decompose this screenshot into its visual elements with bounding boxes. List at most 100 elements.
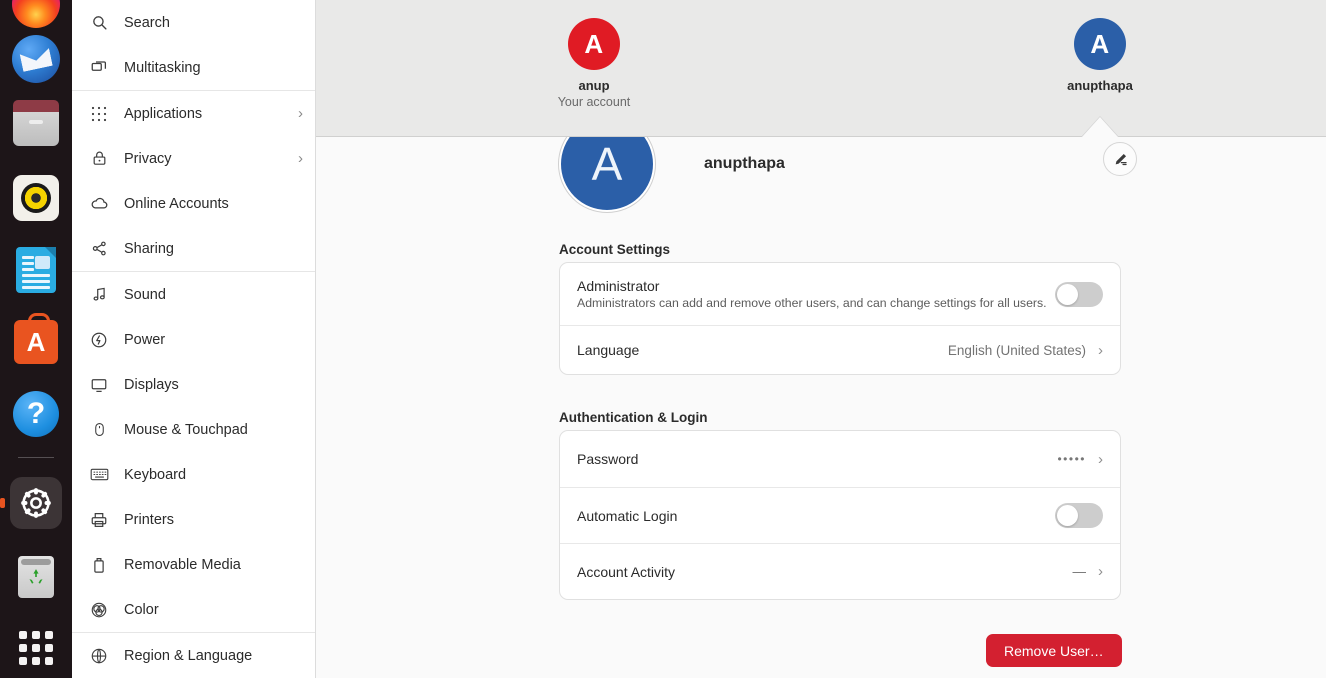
row-subtitle: Administrators can add and remove other … <box>577 296 1047 310</box>
row-title: Language <box>577 342 640 358</box>
display-icon <box>88 374 110 396</box>
music-note-icon <box>88 284 110 306</box>
row-title: Automatic Login <box>577 507 678 524</box>
color-icon <box>88 599 110 621</box>
user-card-anupthapa[interactable]: A anupthapa <box>1015 18 1185 93</box>
sidebar-item-mouse-touchpad[interactable]: Mouse & Touchpad <box>72 407 315 452</box>
ubuntu-software-glyph: A <box>14 313 58 364</box>
keyboard-icon <box>88 464 110 486</box>
sidebar-item-label: Sound <box>124 286 166 303</box>
avatar[interactable]: A <box>559 137 655 212</box>
chevron-right-icon: › <box>298 105 303 122</box>
usb-drive-icon <box>88 554 110 576</box>
remove-user-button[interactable]: Remove User… <box>986 634 1122 667</box>
lock-icon <box>88 148 110 170</box>
sidebar-item-applications[interactable]: Applications › <box>72 91 315 136</box>
administrator-toggle[interactable] <box>1055 281 1103 307</box>
sidebar-item-label: Privacy <box>124 150 172 167</box>
rhythmbox-icon[interactable] <box>12 174 60 222</box>
sidebar-item-color[interactable]: Color <box>72 587 315 632</box>
selection-pointer <box>1082 117 1118 137</box>
user-carousel: A anup Your account A anupthapa <box>316 0 1326 137</box>
printer-icon <box>88 509 110 531</box>
sidebar-item-label: Mouse & Touchpad <box>124 421 248 438</box>
libreoffice-icon[interactable] <box>12 246 60 294</box>
ubuntu-dock: A ? <box>0 0 72 678</box>
user-card-anup[interactable]: A anup Your account <box>509 18 679 109</box>
row-password[interactable]: Password ••••• › <box>560 431 1120 487</box>
dock-slot-files[interactable] <box>0 90 72 162</box>
sidebar-item-region-language[interactable]: Region & Language <box>72 633 315 678</box>
row-account-activity[interactable]: Account Activity — › <box>560 543 1120 599</box>
automatic-login-toggle[interactable] <box>1055 503 1103 528</box>
sidebar-item-label: Sharing <box>124 240 174 257</box>
help-icon[interactable]: ? <box>12 390 60 438</box>
row-automatic-login[interactable]: Automatic Login <box>560 487 1120 543</box>
profile-header: A anupthapa <box>559 137 785 212</box>
account-activity-value: — <box>1072 564 1087 579</box>
toggle-knob <box>1057 505 1078 526</box>
user-subtitle: Your account <box>557 95 631 109</box>
toggle-knob <box>1057 283 1078 305</box>
dock-slot-help[interactable]: ? <box>0 378 72 450</box>
sidebar-item-printers[interactable]: Printers <box>72 497 315 542</box>
sidebar-item-sharing[interactable]: Sharing <box>72 226 315 271</box>
sidebar-item-keyboard[interactable]: Keyboard <box>72 452 315 497</box>
chevron-right-icon: › <box>1098 563 1103 580</box>
dock-slot-rhythmbox[interactable] <box>0 162 72 234</box>
sidebar-item-privacy[interactable]: Privacy › <box>72 136 315 181</box>
dock-slot-libreoffice[interactable] <box>0 234 72 306</box>
multitasking-icon <box>88 57 110 79</box>
row-language[interactable]: Language English (United States) › <box>560 325 1120 374</box>
sidebar-item-search[interactable]: Search <box>72 0 315 45</box>
settings-window: A ? Search Multitasking Applications › P… <box>0 0 1326 678</box>
sidebar-item-label: Online Accounts <box>124 195 229 212</box>
sidebar-item-label: Keyboard <box>124 466 187 483</box>
chevron-right-icon: › <box>1098 450 1103 468</box>
dock-slot-settings[interactable] <box>0 465 72 541</box>
settings-sidebar: Search Multitasking Applications › Priva… <box>72 0 316 678</box>
authentication-card: Password ••••• › Automatic Login Account… <box>559 430 1121 600</box>
account-settings-card: Administrator Administrators can add and… <box>559 262 1121 375</box>
sidebar-item-label: Displays <box>124 376 179 393</box>
ubuntu-software-icon[interactable]: A <box>12 313 60 366</box>
share-icon <box>88 238 110 260</box>
sidebar-item-label: Removable Media <box>124 556 241 573</box>
thunderbird-icon[interactable] <box>12 35 60 83</box>
row-title: Account Activity <box>577 563 676 580</box>
sidebar-item-power[interactable]: Power <box>72 317 315 362</box>
show-applications-icon[interactable] <box>12 624 60 672</box>
account-settings-heading: Account Settings <box>559 242 671 257</box>
user-detail-panel: A anupthapa Account Settings Administrat… <box>316 137 1326 678</box>
dock-slot-firefox[interactable] <box>0 0 72 28</box>
dock-slot-thunderbird[interactable] <box>0 28 72 90</box>
authentication-heading: Authentication & Login <box>559 410 708 425</box>
sidebar-item-label: Color <box>124 601 159 618</box>
sidebar-item-label: Multitasking <box>124 59 201 76</box>
sidebar-item-multitasking[interactable]: Multitasking <box>72 45 315 90</box>
sidebar-item-online-accounts[interactable]: Online Accounts <box>72 181 315 226</box>
sidebar-item-displays[interactable]: Displays <box>72 362 315 407</box>
edit-profile-button[interactable] <box>1103 142 1137 176</box>
globe-icon <box>88 645 110 667</box>
chevron-right-icon: › <box>1098 341 1103 359</box>
sidebar-item-label: Region & Language <box>124 647 253 664</box>
dock-separator <box>18 457 54 458</box>
password-value: ••••• <box>1057 452 1086 466</box>
avatar: A <box>1074 18 1126 70</box>
row-administrator[interactable]: Administrator Administrators can add and… <box>560 263 1120 325</box>
sidebar-item-sound[interactable]: Sound <box>72 272 315 317</box>
avatar: A <box>568 18 620 70</box>
files-icon[interactable] <box>12 100 60 150</box>
trash-icon[interactable] <box>12 553 60 601</box>
sidebar-item-removable-media[interactable]: Removable Media <box>72 542 315 587</box>
settings-icon[interactable] <box>10 477 62 529</box>
dock-slot-trash[interactable] <box>0 541 72 613</box>
firefox-icon[interactable] <box>12 0 60 28</box>
sidebar-item-label: Printers <box>124 511 174 528</box>
language-value: English (United States) <box>947 342 1086 358</box>
user-name: anupthapa <box>1067 78 1133 93</box>
sidebar-item-label: Search <box>124 14 170 31</box>
dock-slot-ubuntu-software[interactable]: A <box>0 306 72 378</box>
dock-slot-show-applications[interactable] <box>0 613 72 678</box>
